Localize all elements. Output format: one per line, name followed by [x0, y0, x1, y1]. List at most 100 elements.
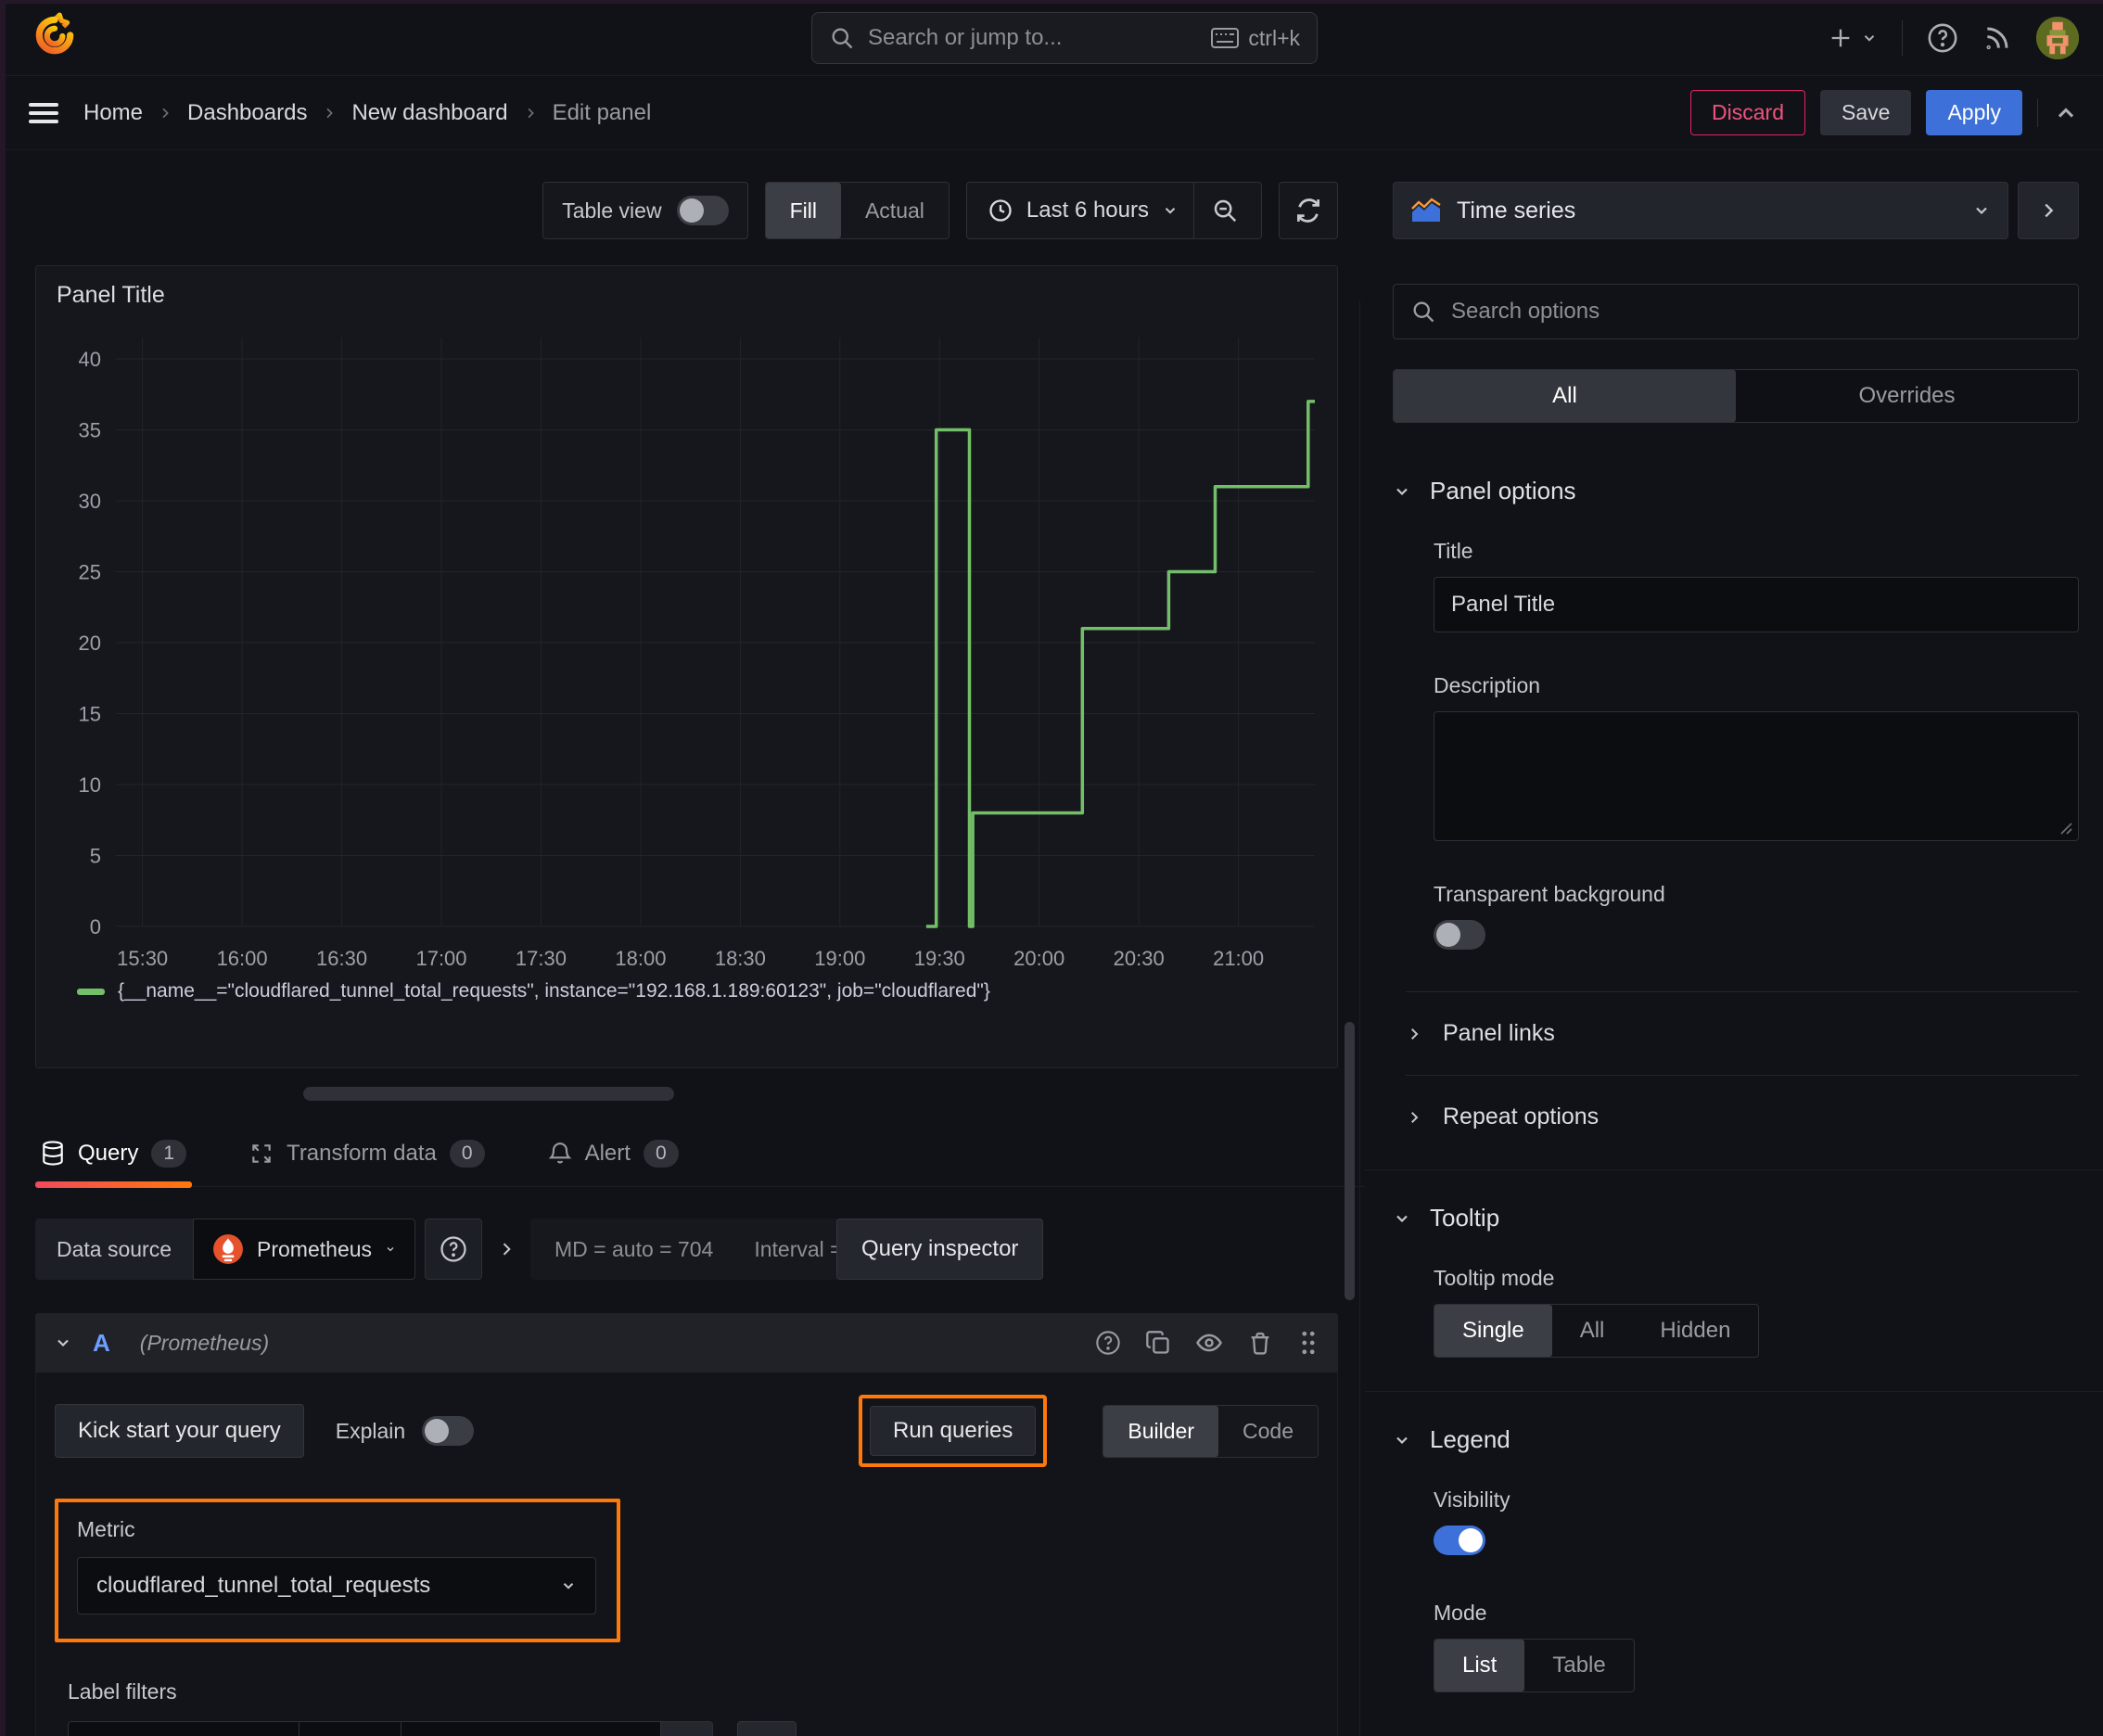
add-new-button[interactable] [1828, 25, 1878, 51]
tooltip-mode-switch: Single All Hidden [1434, 1304, 1760, 1358]
select-value-dropdown[interactable]: Select value [401, 1721, 661, 1736]
zoom-out-icon[interactable] [1193, 183, 1255, 238]
keyboard-icon [1211, 28, 1240, 48]
query-inspector-button[interactable]: Query inspector [836, 1219, 1044, 1280]
legend-header[interactable]: Legend [1393, 1425, 2079, 1454]
help-icon[interactable] [1927, 22, 1958, 54]
chevron-right-icon [322, 106, 337, 121]
legend-series-label[interactable]: {__name__="cloudflared_tunnel_total_requ… [118, 980, 990, 1002]
collapse-sidebar-icon[interactable] [2018, 182, 2079, 239]
tab-all[interactable]: All [1394, 370, 1736, 422]
kick-start-button[interactable]: Kick start your query [55, 1404, 304, 1458]
query-row-body: Kick start your query Explain Run querie… [35, 1372, 1338, 1736]
tooltip-all-option[interactable]: All [1552, 1305, 1633, 1357]
legend-table-option[interactable]: Table [1524, 1640, 1633, 1691]
svg-text:18:30: 18:30 [715, 947, 766, 970]
tab-query[interactable]: Query 1 [35, 1127, 193, 1188]
shortcut-label: ctrl+k [1248, 25, 1300, 50]
transparent-bg-label: Transparent background [1434, 882, 1665, 906]
panel-options-section: Panel options Title Description Transpar… [1365, 449, 2103, 1169]
options-search-input[interactable]: Search options [1393, 284, 2079, 339]
discard-button[interactable]: Discard [1690, 90, 1806, 135]
datasource-picker[interactable]: Prometheus [193, 1219, 416, 1280]
time-range-label: Last 6 hours [1026, 198, 1149, 223]
transparent-bg-toggle[interactable] [1434, 920, 1485, 950]
tooltip-single-option[interactable]: Single [1434, 1305, 1552, 1357]
chevron-down-icon [1165, 208, 1176, 214]
metric-select[interactable]: cloudflared_tunnel_total_requests [77, 1557, 596, 1615]
expand-stats-icon[interactable] [497, 1240, 516, 1258]
visualization-picker[interactable]: Time series [1393, 182, 2008, 239]
tooltip-title: Tooltip [1430, 1204, 1500, 1232]
resize-handle-icon[interactable] [2058, 820, 2072, 835]
title-label: Title [1434, 539, 1473, 563]
breadcrumb-home[interactable]: Home [83, 100, 143, 126]
datasource-help-icon[interactable] [425, 1219, 483, 1280]
panel-links-row[interactable]: Panel links [1406, 992, 2079, 1075]
legend-visibility-toggle[interactable] [1434, 1525, 1485, 1555]
collapse-options-icon[interactable] [2053, 100, 2079, 126]
metric-annotation: Metric cloudflared_tunnel_total_requests [55, 1499, 620, 1642]
svg-text:10: 10 [79, 773, 101, 797]
chevron-right-icon [523, 106, 538, 121]
metric-label: Metric [77, 1517, 135, 1541]
svg-text:18:00: 18:00 [615, 947, 666, 970]
actual-option[interactable]: Actual [841, 183, 949, 238]
transform-icon [249, 1142, 274, 1166]
operator-dropdown[interactable]: = [300, 1721, 401, 1736]
duplicate-query-icon[interactable] [1145, 1330, 1171, 1356]
drag-handle-icon[interactable] [1297, 1330, 1319, 1356]
add-filter-icon[interactable] [737, 1721, 797, 1736]
menu-icon[interactable] [28, 101, 59, 125]
news-rss-icon[interactable] [1982, 23, 2012, 53]
panel-options-header[interactable]: Panel options [1393, 477, 2079, 505]
tab-transform-data[interactable]: Transform data 0 [244, 1127, 491, 1186]
explain-toggle[interactable] [422, 1416, 475, 1446]
breadcrumb-new-dashboard[interactable]: New dashboard [351, 100, 507, 126]
hide-query-icon[interactable] [1195, 1329, 1223, 1357]
breadcrumb-edit-panel: Edit panel [552, 99, 652, 125]
run-queries-button[interactable]: Run queries [869, 1406, 1037, 1456]
legend-section: Legend Visibility Mode List Table Placem… [1365, 1391, 2103, 1736]
grafana-logo-icon[interactable] [19, 12, 78, 63]
grafana-edit-panel-page: Search or jump to... ctrl+k Home Dashboa… [0, 0, 2103, 1736]
resize-drag-handle[interactable] [303, 1087, 674, 1101]
breadcrumb-dashboards[interactable]: Dashboards [187, 100, 307, 126]
tooltip-hidden-option[interactable]: Hidden [1632, 1305, 1758, 1357]
panel-title[interactable]: Panel Title [51, 266, 1322, 324]
user-avatar[interactable] [2036, 16, 2079, 59]
refresh-icon[interactable] [1279, 182, 1338, 239]
fill-option[interactable]: Fill [765, 183, 841, 238]
legend-series-swatch[interactable] [77, 988, 105, 995]
tooltip-header[interactable]: Tooltip [1393, 1204, 2079, 1232]
description-textarea[interactable] [1434, 711, 2079, 841]
delete-query-icon[interactable] [1247, 1330, 1273, 1356]
panel-title-input[interactable] [1434, 577, 2079, 632]
legend-list-option[interactable]: List [1434, 1640, 1525, 1691]
save-button[interactable]: Save [1820, 90, 1912, 135]
svg-text:17:00: 17:00 [415, 947, 466, 970]
chevron-right-icon [1411, 1028, 1419, 1040]
query-help-icon[interactable] [1095, 1330, 1121, 1356]
global-search-input[interactable]: Search or jump to... ctrl+k [811, 12, 1318, 64]
timeseries-chart[interactable]: 0 5 10 15 20 25 30 35 40 15:30 16:00 16:30 17:00 17:3… [51, 324, 1322, 973]
query-row-header[interactable]: A (Prometheus) [35, 1313, 1338, 1372]
table-view-toggle[interactable] [676, 196, 729, 225]
remove-filter-icon[interactable] [661, 1721, 713, 1736]
visualization-name: Time series [1457, 197, 1576, 223]
scrollbar[interactable] [1345, 1022, 1355, 1300]
builder-option[interactable]: Builder [1103, 1405, 1219, 1457]
time-range-control: Last 6 hours [965, 182, 1262, 239]
select-label-dropdown[interactable]: Select label [68, 1721, 300, 1736]
breadcrumb: Home Dashboards New dashboard Edit panel [83, 100, 651, 126]
visibility-label: Visibility [1434, 1487, 1510, 1512]
time-range-picker[interactable]: Last 6 hours [973, 198, 1193, 223]
timeseries-panel: Panel Title 0 5 10 15 20 25 30 35 40 15:30 16:00 16… [35, 265, 1338, 1068]
repeat-options-row[interactable]: Repeat options [1406, 1076, 2079, 1136]
tab-alert[interactable]: Alert 0 [542, 1127, 684, 1186]
chevron-right-icon [1411, 1111, 1419, 1123]
apply-button[interactable]: Apply [1926, 90, 2022, 135]
tab-overrides[interactable]: Overrides [1736, 370, 2078, 422]
bell-icon [548, 1141, 572, 1167]
code-option[interactable]: Code [1218, 1406, 1318, 1457]
